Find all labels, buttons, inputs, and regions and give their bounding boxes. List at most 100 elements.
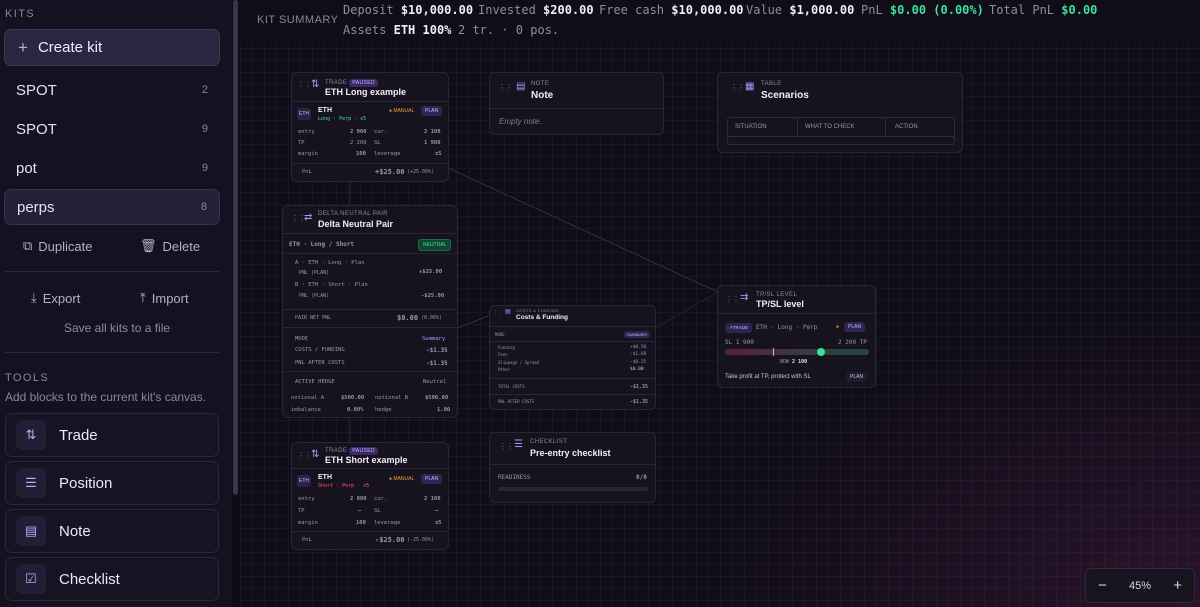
drag-handle-icon[interactable]: ⋮⋮: [730, 83, 745, 92]
entry-value: 2 000: [350, 496, 367, 502]
trade-card[interactable]: ⋮⋮ ⇅ TRADE PAUSED ETH Short example ETH …: [291, 442, 449, 550]
now-label: NOW 2 100: [780, 359, 808, 365]
leverage-value: x5: [435, 520, 442, 526]
trade-card[interactable]: ⋮⋮ ⇅ TRADE PAUSED ETH Long example ETH E…: [291, 72, 449, 182]
kit-item-active[interactable]: perps 8: [4, 189, 220, 225]
checklist-card[interactable]: ⋮⋮ ☰ CHECKLIST Pre-entry checklist READI…: [489, 432, 656, 503]
kit-item[interactable]: SPOT 2: [4, 72, 220, 108]
notional-b-value: $500.00: [425, 395, 449, 401]
delete-button[interactable]: 🗑 Delete: [140, 238, 200, 254]
divider: [885, 118, 886, 136]
summary-assets: Assets ETH 100%: [343, 23, 451, 37]
note-body[interactable]: Empty note.: [499, 117, 542, 126]
cost-row-value: +$0.50: [630, 345, 647, 350]
kit-count: 9: [201, 123, 208, 135]
drag-handle-icon[interactable]: ⋮⋮: [493, 310, 502, 316]
costs-value: -$1.35: [426, 347, 448, 354]
tool-note[interactable]: ▤ Note: [5, 509, 219, 553]
notional-a-label: notional A: [291, 395, 325, 401]
table-card[interactable]: ⋮⋮ ▦ TABLE Scenarios SITUATION WHAT TO C…: [717, 72, 963, 153]
divider: [4, 352, 220, 353]
divider: [283, 371, 457, 372]
summary-invested: Invested $200.00: [478, 3, 594, 17]
tool-checklist[interactable]: ☑ Checklist: [5, 557, 219, 601]
kit-name: perps: [17, 198, 55, 216]
position-sub: ETH · Long · Perp: [756, 324, 818, 331]
divider: [490, 378, 655, 379]
summary-value: Value $1,000.00: [746, 3, 854, 17]
tools-heading: TOOLS: [5, 372, 50, 384]
pnl-label: PnL: [861, 3, 883, 17]
card-title: Note: [531, 90, 554, 101]
asset-tag: ETH: [297, 475, 311, 487]
divider: [283, 327, 457, 328]
divider: [797, 118, 798, 136]
costs-icon: ▤: [505, 309, 511, 315]
cost-row-value: -$0.25: [630, 360, 647, 365]
assets-label: Assets: [343, 23, 387, 37]
costs-card[interactable]: ⋮⋮ ▤ COSTS & FUNDING Costs & Funding MOD…: [489, 305, 656, 410]
drag-handle-icon[interactable]: ⋮⋮: [297, 81, 312, 90]
divider: [490, 341, 655, 342]
divider: [292, 531, 448, 532]
pnl-value: $0.00 (0.00%): [889, 3, 984, 17]
duplicate-button[interactable]: ⧉ Duplicate: [23, 238, 93, 254]
manual-status: ● MANUAL: [389, 108, 415, 114]
tools-subtitle: Add blocks to the current kit's canvas.: [5, 390, 207, 404]
kit-item[interactable]: pot 9: [4, 150, 220, 186]
kits-heading: KITS: [5, 8, 36, 20]
tp-label: TP: [298, 508, 305, 514]
zoom-in-button[interactable]: +: [1173, 577, 1182, 594]
mode-label: MODE: [295, 336, 309, 342]
drag-handle-icon[interactable]: ⋮⋮: [499, 442, 514, 451]
tool-trade[interactable]: ⇅ Trade: [5, 413, 219, 457]
hedge-label: ACTIVE HEDGE: [295, 379, 335, 385]
sl-value: —: [435, 508, 439, 514]
cur-value: 2 100: [424, 129, 441, 135]
tool-position[interactable]: ☰ Position: [5, 461, 219, 505]
export-button[interactable]: ⤓ Export: [31, 290, 80, 306]
note-icon: ▤: [516, 81, 526, 92]
mode-value[interactable]: Summary: [422, 336, 445, 342]
cost-row-label: Slippage / Spread: [498, 360, 539, 365]
zoom-level: 45%: [1128, 579, 1152, 592]
pnl-pct: (-25.00%): [407, 537, 435, 543]
upload-icon: ⤒: [140, 290, 146, 305]
card-type: TP/SL LEVEL: [756, 292, 798, 298]
trash-icon: 🗑: [140, 238, 157, 253]
kit-item[interactable]: SPOT 9: [4, 111, 220, 147]
entry-marker: [773, 348, 774, 356]
leg-b-pnl-label: PNL (PLAN): [299, 293, 330, 299]
create-kit-button[interactable]: + Create kit: [4, 29, 220, 66]
paused-badge: PAUSED: [349, 79, 379, 87]
value-value: $1,000.00: [789, 3, 855, 17]
export-label: Export: [42, 290, 81, 306]
kit-count: 8: [200, 201, 207, 213]
zoom-out-button[interactable]: −: [1098, 577, 1107, 594]
card-type: CHECKLIST: [530, 439, 568, 445]
delta-neutral-card[interactable]: ⋮⋮ ⇄ DELTA NEUTRAL PAIR Delta Neutral Pa…: [282, 205, 458, 418]
create-kit-label: Create kit: [37, 39, 103, 56]
tpsl-card[interactable]: ⋮⋮ ⇉ TP/SL LEVEL TP/SL level ↗TRADE ETH …: [717, 285, 876, 388]
drag-handle-icon[interactable]: ⋮⋮: [725, 295, 740, 304]
drag-handle-icon[interactable]: ⋮⋮: [291, 214, 306, 223]
asset-tag: ETH: [297, 108, 311, 120]
drag-handle-icon[interactable]: ⋮⋮: [297, 451, 312, 460]
import-button[interactable]: ⤒ Import: [140, 290, 189, 306]
pair-label: ETH · Long / Short: [289, 241, 355, 248]
table-icon: ▦: [745, 81, 755, 92]
entry-label: entry: [298, 496, 315, 502]
kit-name: SPOT: [16, 120, 57, 138]
invested-value: $200.00: [543, 3, 594, 17]
plan-badge: PLAN: [846, 372, 868, 382]
card-type: TRADE PAUSED: [325, 447, 379, 455]
trade-link-badge[interactable]: ↗TRADE: [725, 323, 753, 333]
net-pnl-label: PAIR NET PNL: [295, 315, 332, 321]
sidebar-scrollbar[interactable]: [233, 0, 238, 495]
note-card[interactable]: ⋮⋮ ▤ NOTE Note Empty note.: [489, 72, 664, 135]
mode-badge[interactable]: SUMMARY: [624, 331, 651, 338]
connector-line: [447, 167, 719, 293]
tool-label: Note: [59, 522, 91, 540]
drag-handle-icon[interactable]: ⋮⋮: [498, 83, 513, 92]
notional-a-value: $500.00: [341, 395, 365, 401]
